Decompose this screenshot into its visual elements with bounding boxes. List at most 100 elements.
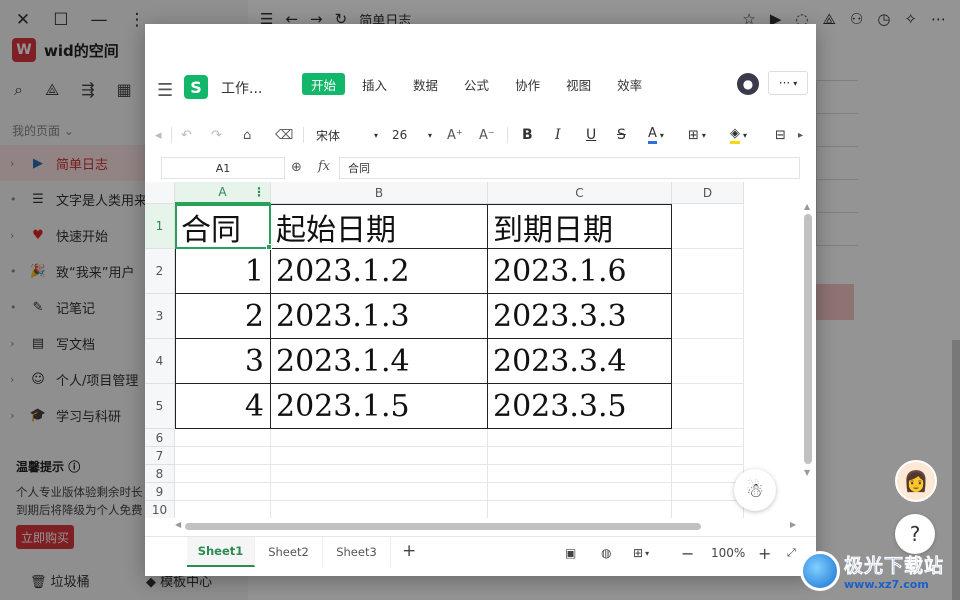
empty-cell[interactable] [175,429,271,447]
row-header[interactable]: 10 [145,501,175,518]
row-header[interactable]: 7 [145,447,175,465]
tab-start[interactable]: 开始 [302,73,346,95]
select-all-corner[interactable] [145,182,175,204]
empty-cell[interactable] [672,501,744,518]
tab-view[interactable]: 视图 [557,73,600,95]
zoom-level[interactable]: 100% [711,545,745,561]
table-cell[interactable]: 3 [175,339,271,384]
table-cell[interactable]: 2023.1.4 [271,339,488,384]
empty-cell[interactable] [488,429,672,447]
user-avatar-icon[interactable]: ● [737,73,759,95]
empty-cell[interactable] [672,204,744,249]
tab-efficiency[interactable]: 效率 [608,73,651,95]
bold-icon[interactable]: B [522,124,533,146]
fx-icon[interactable]: fx [318,159,330,174]
table-cell[interactable]: 2 [175,294,271,339]
add-sheet-icon[interactable]: + [402,541,416,561]
row-header[interactable]: 4 [145,339,175,384]
scroll-left-icon[interactable]: ◀ [175,520,181,529]
table-header-cell[interactable]: 到期日期 [488,204,672,249]
zoom-out-icon[interactable]: − [681,544,694,563]
eraser-icon[interactable]: ⌫ [275,124,293,146]
table-header-cell[interactable]: 起始日期 [271,204,488,249]
column-header-a[interactable]: A ⋮ [175,182,271,204]
mascot-assistant-icon[interactable]: ☃ [734,469,776,511]
italic-icon[interactable]: I [555,124,561,146]
row-header[interactable]: 9 [145,483,175,501]
empty-cell[interactable] [672,339,744,384]
empty-cell[interactable] [271,483,488,501]
empty-cell[interactable] [271,501,488,518]
assistant-avatar[interactable]: 👩 [895,460,937,502]
table-header-cell[interactable]: 合同 [175,204,271,249]
more-button[interactable]: ··· ▾ [768,71,808,95]
row-header[interactable]: 8 [145,465,175,483]
table-cell[interactable]: 2023.1.6 [488,249,672,294]
file-name[interactable]: 工作... [221,78,262,98]
border-button[interactable]: ⊞ ▾ [688,124,706,146]
font-size-select[interactable]: 26 ▾ [392,124,432,146]
merge-cells-icon[interactable]: ⊟ [775,124,786,146]
empty-cell[interactable] [175,483,271,501]
table-cell[interactable]: 1 [175,249,271,294]
tab-formula[interactable]: 公式 [455,73,498,95]
table-cell[interactable]: 2023.3.3 [488,294,672,339]
redo-icon[interactable]: ↷ [211,124,222,146]
empty-cell[interactable] [271,465,488,483]
vertical-scrollbar[interactable] [804,214,812,464]
decrease-font-icon[interactable]: A⁻ [479,124,495,146]
empty-cell[interactable] [488,465,672,483]
empty-cell[interactable] [672,447,744,465]
row-header[interactable]: 1 [145,204,175,249]
strikethrough-icon[interactable]: S [617,124,626,146]
row-header[interactable]: 6 [145,429,175,447]
column-header-b[interactable]: B [271,182,488,204]
cell-reference-box[interactable]: A1 [161,157,285,179]
table-cell[interactable]: 2023.3.4 [488,339,672,384]
globe-check-icon[interactable]: ◍ [601,545,611,561]
empty-cell[interactable] [488,501,672,518]
table-cell[interactable]: 4 [175,384,271,429]
empty-cell[interactable] [488,447,672,465]
empty-cell[interactable] [672,294,744,339]
empty-cell[interactable] [488,483,672,501]
tab-data[interactable]: 数据 [404,73,447,95]
scroll-right-icon[interactable]: ▶ [790,520,796,529]
column-header-d[interactable]: D [672,182,744,204]
empty-cell[interactable] [271,429,488,447]
hamburger-icon[interactable]: ☰ [157,80,173,101]
horizontal-scrollbar[interactable] [185,523,701,530]
scroll-down-icon[interactable]: ▼ [804,468,810,477]
sheet-tab[interactable]: Sheet2 [255,537,323,567]
empty-cell[interactable] [672,465,744,483]
empty-cell[interactable] [175,447,271,465]
column-header-c[interactable]: C [488,182,672,204]
more-vertical-icon[interactable]: ⋮ [253,185,265,199]
empty-cell[interactable] [175,465,271,483]
sheet-tab[interactable]: Sheet3 [323,537,391,567]
empty-cell[interactable] [672,384,744,429]
table-cell[interactable]: 2023.1.5 [271,384,488,429]
empty-cell[interactable] [672,429,744,447]
row-header[interactable]: 5 [145,384,175,429]
zoom-in-icon[interactable]: + [758,544,771,563]
increase-font-icon[interactable]: A⁺ [447,124,463,146]
table-cell[interactable]: 2023.1.3 [271,294,488,339]
empty-cell[interactable] [175,501,271,518]
fullscreen-icon[interactable]: ⤢ [787,545,796,561]
table-cell[interactable]: 2023.1.2 [271,249,488,294]
formula-input[interactable]: 合同 [339,157,800,179]
table-cell[interactable]: 2023.3.5 [488,384,672,429]
font-color-button[interactable]: A ▾ [648,124,664,146]
scroll-up-icon[interactable]: ▲ [804,202,810,211]
sheet-tab[interactable]: Sheet1 [187,537,255,567]
row-header[interactable]: 2 [145,249,175,294]
font-name-select[interactable]: 宋体 ▾ [316,124,378,146]
collapse-left-icon[interactable]: ◂ [155,124,162,146]
undo-icon[interactable]: ↶ [181,124,192,146]
fill-color-button[interactable]: ◈ ▾ [730,124,747,146]
row-header[interactable]: 3 [145,294,175,339]
empty-cell[interactable] [672,249,744,294]
tab-insert[interactable]: 插入 [353,73,396,95]
zoom-search-icon[interactable]: ⊕ [291,160,302,175]
